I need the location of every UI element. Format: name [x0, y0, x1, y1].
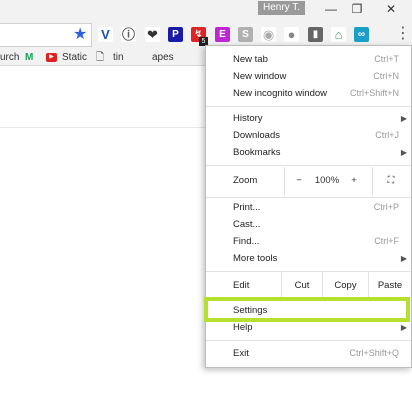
close-button[interactable]: ✕ — [380, 2, 402, 16]
zoom-level: 100% — [314, 175, 340, 186]
bookmark-tiny[interactable]: tin — [113, 50, 124, 65]
menu-item-shortcut: Ctrl+Shift+N — [349, 88, 399, 98]
color-e-extension-icon[interactable]: E — [215, 27, 230, 42]
fullscreen-icon[interactable]: ⛶ — [380, 167, 402, 195]
restore-button[interactable]: ❐ — [346, 2, 368, 16]
menu-item-cast[interactable]: Cast... — [206, 216, 411, 233]
bookmark-apes[interactable]: apes — [152, 50, 174, 65]
menu-item-print[interactable]: Print... Ctrl+P — [206, 199, 411, 216]
menu-item-new-window[interactable]: New window Ctrl+N — [206, 68, 411, 85]
menu-item-bookmarks[interactable]: Bookmarks ▶ — [206, 144, 411, 161]
bookmark-static[interactable]: Static — [62, 50, 87, 65]
profile-button[interactable]: Henry T. — [258, 1, 306, 15]
android-extension-icon[interactable]: ⌂ — [331, 27, 346, 42]
zoom-row: Zoom − 100% + ⛶ — [206, 167, 411, 195]
parking-extension-icon[interactable]: P — [168, 27, 183, 42]
menu-item-label: Exit — [233, 348, 249, 359]
menu-item-label: Bookmarks — [233, 147, 281, 158]
vimium-extension-icon[interactable]: V — [98, 27, 113, 42]
divider — [0, 127, 205, 128]
zoom-in-button[interactable]: + — [347, 167, 361, 195]
menu-item-label: New tab — [233, 54, 268, 65]
chrome-menu-button[interactable]: ⋮ — [395, 24, 411, 44]
menu-item-new-tab[interactable]: New tab Ctrl+T — [206, 51, 411, 68]
copy-button[interactable]: Copy — [322, 272, 368, 300]
menu-item-label: More tools — [233, 253, 278, 264]
page-icon: 🗋 — [96, 52, 105, 63]
menu-item-downloads[interactable]: Downloads Ctrl+J — [206, 127, 411, 144]
menu-item-more-tools[interactable]: More tools ▶ — [206, 250, 411, 267]
menu-item-exit[interactable]: Exit Ctrl+Shift+Q — [206, 345, 411, 362]
info-extension-icon[interactable]: ⓘ — [121, 27, 136, 42]
youtube-icon: ▶ — [46, 53, 57, 62]
menu-item-shortcut: Ctrl+T — [374, 54, 399, 64]
menu-item-history[interactable]: History ▶ — [206, 110, 411, 127]
zoom-divider — [372, 167, 373, 195]
menu-item-shortcut: Ctrl+J — [375, 130, 399, 140]
submenu-arrow-icon: ▶ — [400, 114, 407, 123]
paste-button[interactable]: Paste — [368, 272, 411, 300]
menu-item-label: New window — [233, 71, 287, 82]
edit-label: Edit — [233, 280, 250, 291]
camera-extension-icon[interactable]: ◉ — [261, 27, 276, 42]
menu-item-label: Find... — [233, 236, 260, 247]
submenu-arrow-icon: ▶ — [400, 148, 407, 157]
menu-item-label: New incognito window — [233, 88, 327, 99]
minimize-button[interactable]: — — [320, 2, 342, 16]
menu-separator — [206, 106, 411, 107]
menu-item-new-incognito-window[interactable]: New incognito window Ctrl+Shift+N — [206, 85, 411, 102]
link-extension-icon[interactable]: ∞ — [354, 27, 369, 42]
menu-separator — [206, 165, 411, 166]
menu-item-find[interactable]: Find... Ctrl+F — [206, 233, 411, 250]
menu-item-label: Downloads — [233, 130, 280, 141]
menu-item-shortcut: Ctrl+P — [373, 202, 399, 212]
menu-item-shortcut: Ctrl+F — [374, 236, 399, 246]
menu-item-label: Print... — [233, 202, 261, 213]
submenu-arrow-icon: ▶ — [400, 254, 407, 263]
speech-extension-icon[interactable]: ● — [284, 27, 299, 42]
menu-separator — [206, 197, 411, 198]
menu-item-shortcut: Ctrl+N — [373, 71, 399, 81]
door-extension-icon[interactable]: ▮ — [308, 27, 323, 42]
edit-row: Edit Cut Copy Paste — [206, 272, 411, 300]
s-extension-icon[interactable]: S — [238, 27, 253, 42]
zoom-divider — [284, 167, 285, 195]
menu-item-label: History — [233, 113, 263, 124]
menu-item-shortcut: Ctrl+Shift+Q — [349, 348, 399, 358]
title-bar: Henry T. — ❐ ✕ — [0, 0, 412, 20]
pocket-extension-icon[interactable]: ❤ — [145, 27, 160, 42]
zoom-label: Zoom — [233, 175, 258, 186]
settings-highlight-box — [204, 297, 410, 322]
menu-item-label: Cast... — [233, 219, 261, 230]
star-icon[interactable]: ★ — [73, 25, 87, 45]
menu-separator — [206, 340, 411, 341]
zoom-out-button[interactable]: − — [292, 167, 306, 195]
bookmark-search[interactable]: urch — [0, 50, 19, 65]
address-bar[interactable]: ★ — [0, 23, 92, 47]
cut-button[interactable]: Cut — [281, 272, 322, 300]
bookmark-m-icon[interactable]: M — [25, 50, 33, 65]
